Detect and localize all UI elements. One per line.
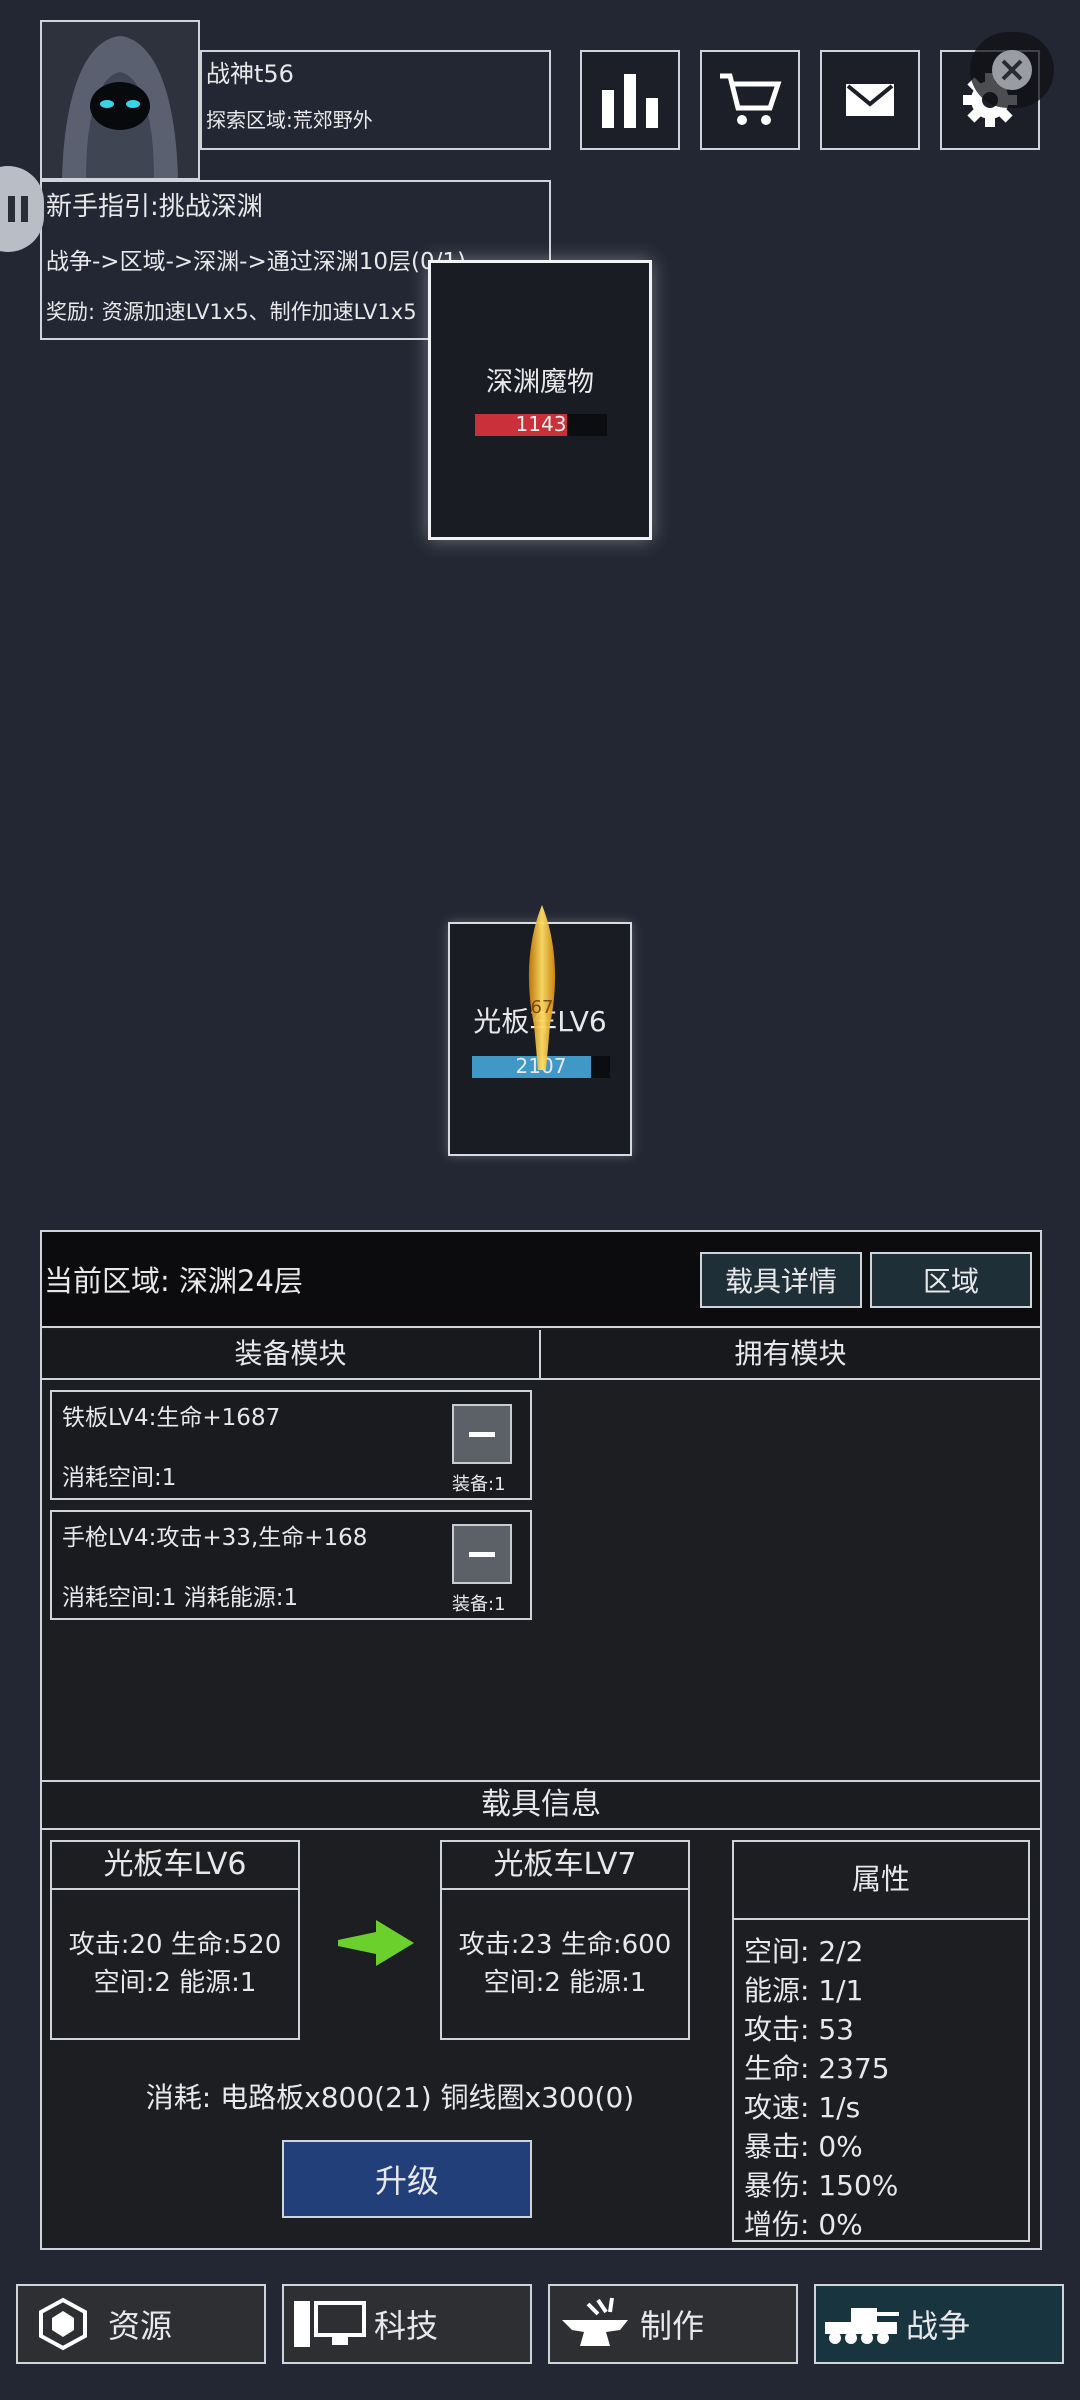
mail-button[interactable]	[820, 50, 920, 150]
nav-war[interactable]: 战争	[814, 2284, 1064, 2364]
stats-button[interactable]	[580, 50, 680, 150]
attr-attack-speed: 攻速: 1/s	[744, 2091, 861, 2124]
tab-owned-modules[interactable]: 拥有模块	[541, 1330, 1040, 1380]
module-equip-count: 装备:1	[452, 1594, 506, 1615]
attr-energy: 能源: 1/1	[744, 1974, 864, 2007]
resource-icon	[39, 2297, 87, 2351]
enemy-card[interactable]	[428, 260, 652, 540]
unequip-button[interactable]	[452, 1524, 512, 1584]
blade-attack-icon: 67	[528, 905, 556, 1070]
upgrade-arrow-icon	[338, 1920, 414, 1966]
module-cost: 消耗空间:1 消耗能源:1	[62, 1585, 299, 1611]
module-equip-count: 装备:1	[452, 1474, 506, 1495]
vehicle-info-header: 载具信息	[42, 1780, 1040, 1830]
module-item[interactable]: 手枪LV4:攻击+33,生命+168 消耗空间:1 消耗能源:1 装备:1	[50, 1510, 532, 1620]
vehicle-detail-button[interactable]: 载具详情	[700, 1252, 862, 1308]
current-vehicle-stats: 攻击:20 生命:520 空间:2 能源:1	[50, 1888, 300, 2040]
explore-region-label: 探索区域:荒郊野外	[206, 108, 373, 132]
nav-craft-label: 制作	[640, 2307, 705, 2345]
nav-war-label: 战争	[906, 2307, 971, 2345]
region-button[interactable]: 区域	[870, 1252, 1032, 1308]
guide-title: 新手指引:挑战深渊	[46, 192, 263, 222]
tab-equipped-modules[interactable]: 装备模块	[42, 1330, 539, 1380]
anvil-icon	[562, 2297, 628, 2346]
current-vehicle-title: 光板车LV6	[50, 1840, 300, 1890]
next-vehicle-stats: 攻击:23 生命:600 空间:2 能源:1	[440, 1888, 690, 2040]
next-vehicle-title: 光板车LV7	[440, 1840, 690, 1890]
module-name: 铁板LV4:生命+1687	[62, 1405, 281, 1431]
shop-button[interactable]	[700, 50, 800, 150]
attr-attack: 攻击: 53	[744, 2013, 854, 2046]
nav-resources-label: 资源	[108, 2307, 173, 2345]
player-name: 战神t56	[206, 60, 294, 88]
enemy-name: 深渊魔物	[486, 367, 594, 398]
attr-damage-bonus: 增伤: 0%	[744, 2208, 863, 2241]
attributes-title: 属性	[732, 1840, 1030, 1920]
current-region: 当前区域: 深渊24层	[44, 1264, 303, 1298]
nav-craft[interactable]: 制作	[548, 2284, 798, 2364]
mail-icon	[846, 84, 894, 116]
guide-path: 战争->区域->深渊->通过深渊10层(0/1)	[46, 249, 466, 275]
hooded-figure-icon	[42, 22, 198, 178]
module-name: 手枪LV4:攻击+33,生命+168	[62, 1525, 368, 1551]
next-stats-line2: 空间:2 能源:1	[483, 1968, 647, 1998]
stats-icon	[602, 74, 658, 128]
blade-number: 67	[531, 997, 554, 1018]
module-cost: 消耗空间:1	[62, 1465, 177, 1491]
module-item[interactable]: 铁板LV4:生命+1687 消耗空间:1 装备:1	[50, 1390, 532, 1500]
cart-icon	[720, 73, 782, 125]
guide-reward: 奖励: 资源加速LV1x5、制作加速LV1x5	[46, 300, 417, 324]
close-icon	[992, 50, 1032, 90]
nav-resources[interactable]: 资源	[16, 2284, 266, 2364]
avatar[interactable]	[40, 20, 200, 180]
current-stats-line2: 空间:2 能源:1	[93, 1968, 257, 1998]
close-overlay-button[interactable]	[970, 32, 1054, 108]
attr-crit: 暴击: 0%	[744, 2130, 863, 2163]
next-stats-line1: 攻击:23 生命:600	[458, 1930, 672, 1960]
enemy-hp-value: 1143	[515, 412, 567, 436]
attr-crit-damage: 暴伤: 150%	[744, 2169, 899, 2202]
upgrade-cost: 消耗: 电路板x800(21) 铜线圈x300(0)	[145, 2081, 635, 2114]
nav-tech[interactable]: 科技	[282, 2284, 532, 2364]
unequip-button[interactable]	[452, 1404, 512, 1464]
computer-icon	[294, 2301, 366, 2347]
attr-space: 空间: 2/2	[744, 1935, 864, 1968]
pause-icon	[8, 196, 28, 222]
attr-hp: 生命: 2375	[744, 2052, 890, 2085]
upgrade-button[interactable]: 升级	[282, 2140, 532, 2218]
pause-button[interactable]	[0, 166, 44, 252]
tank-icon	[825, 2308, 899, 2344]
nav-tech-label: 科技	[374, 2307, 439, 2345]
current-stats-line1: 攻击:20 生命:520	[68, 1930, 282, 1960]
